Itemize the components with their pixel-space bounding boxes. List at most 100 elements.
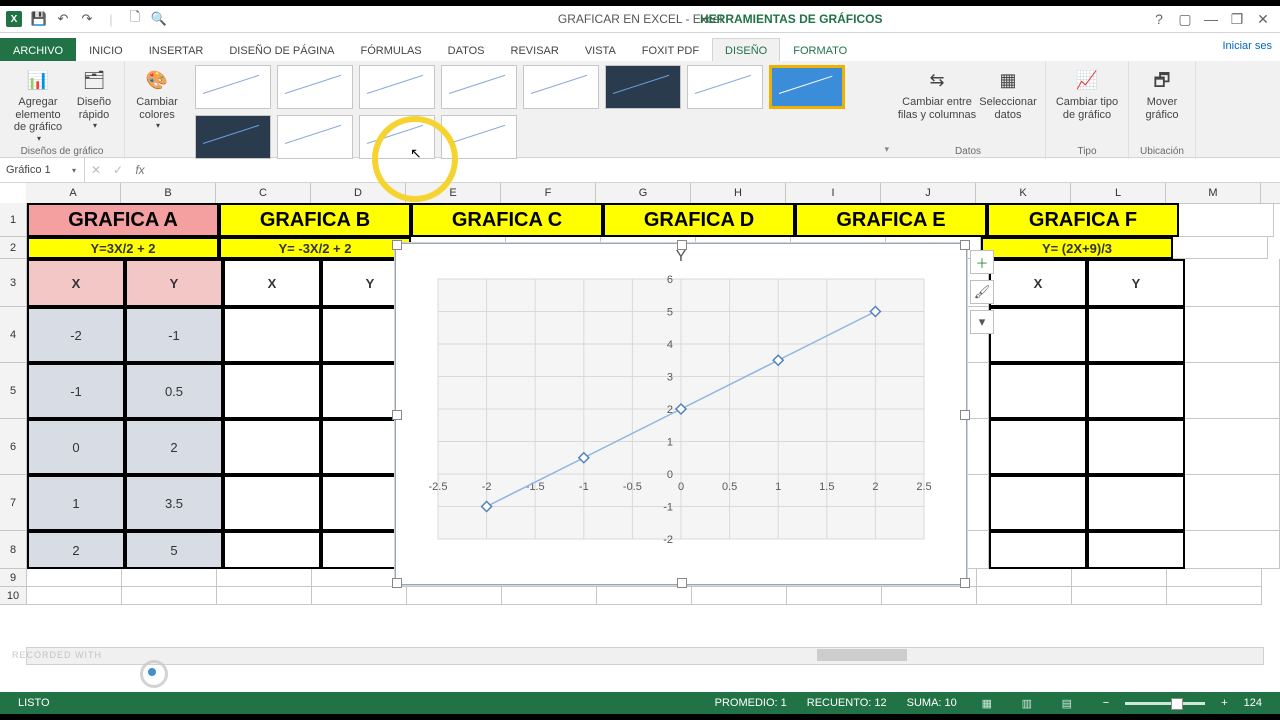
chart-handle[interactable]	[392, 578, 402, 588]
qat-preview-icon[interactable]: 🔍	[148, 8, 170, 30]
cell[interactable]: -1	[27, 363, 125, 419]
cell[interactable]	[882, 587, 977, 605]
cell[interactable]	[1185, 363, 1280, 419]
fx-icon[interactable]: fx	[129, 163, 151, 177]
cell[interactable]	[1072, 587, 1167, 605]
name-box[interactable]: ▾	[0, 158, 85, 182]
cell[interactable]	[1087, 475, 1185, 531]
chart-style-7[interactable]	[687, 65, 763, 109]
chart-style-2[interactable]	[277, 65, 353, 109]
cell[interactable]	[989, 363, 1087, 419]
cell[interactable]: Y=3X/2 + 2	[27, 237, 219, 259]
qat-save-icon[interactable]: 💾	[28, 8, 50, 30]
qat-redo-icon[interactable]: ↷	[76, 8, 98, 30]
name-box-input[interactable]	[4, 163, 68, 177]
chart-style-1[interactable]	[195, 65, 271, 109]
cell[interactable]: 2	[27, 531, 125, 569]
cell[interactable]	[1087, 307, 1185, 363]
cell[interactable]: Y= (2X+9)/3	[981, 237, 1173, 259]
view-pagelayout-icon[interactable]: ▥	[1017, 697, 1037, 710]
col-header-L[interactable]: L	[1071, 183, 1166, 203]
cell[interactable]: GRAFICA C	[411, 203, 603, 237]
column-headers[interactable]: ABCDEFGHIJKLM	[26, 183, 1280, 204]
chart-handle[interactable]	[960, 410, 970, 420]
window-restore-icon[interactable]: ❐	[1224, 11, 1250, 28]
tab-diseno-pagina[interactable]: DISEÑO DE PÁGINA	[216, 38, 347, 61]
cell[interactable]	[1185, 307, 1280, 363]
chart-style-4[interactable]	[441, 65, 517, 109]
sign-in-link[interactable]: Iniciar ses	[1222, 40, 1272, 52]
horizontal-scrollbar[interactable]	[26, 647, 1264, 665]
cell[interactable]	[989, 531, 1087, 569]
chart-style-10[interactable]	[277, 115, 353, 159]
qat-new-icon[interactable]: 🗋	[124, 8, 146, 30]
cell[interactable]	[1087, 531, 1185, 569]
cell[interactable]: 0	[27, 419, 125, 475]
chart-style-9[interactable]	[195, 115, 271, 159]
cell[interactable]	[989, 419, 1087, 475]
cell[interactable]: Y= -3X/2 + 2	[219, 237, 411, 259]
btn-quick-layout[interactable]: 🗂Diseño rápido▾	[70, 63, 118, 143]
zoom-value[interactable]: 124	[1244, 697, 1262, 709]
cell[interactable]	[502, 587, 597, 605]
tab-foxit[interactable]: Foxit PDF	[629, 38, 712, 61]
cell[interactable]: 0.5	[125, 363, 223, 419]
chart-filter-button[interactable]: ▾	[970, 310, 994, 334]
cell[interactable]: 1	[27, 475, 125, 531]
chart-handle[interactable]	[392, 240, 402, 250]
chart-add-button[interactable]: ＋	[970, 250, 994, 274]
cell[interactable]	[989, 307, 1087, 363]
cell[interactable]	[989, 475, 1087, 531]
col-header-C[interactable]: C	[216, 183, 311, 203]
row-header-4[interactable]: 4	[0, 307, 27, 363]
name-box-dropdown-icon[interactable]: ▾	[68, 166, 80, 175]
btn-change-chart-type[interactable]: 📈Cambiar tipo de gráfico	[1052, 63, 1122, 121]
btn-move-chart[interactable]: 🗗Mover gráfico	[1135, 63, 1189, 121]
cell[interactable]	[597, 587, 692, 605]
chart-plot[interactable]: -2-10123456-2.5-2-1.5-1-0.500.511.522.5	[424, 272, 938, 564]
tab-inicio[interactable]: INICIO	[76, 38, 136, 61]
chart-style-12[interactable]	[441, 115, 517, 159]
row-header-10[interactable]: 10	[0, 587, 27, 605]
cell[interactable]: GRAFICA E	[795, 203, 987, 237]
cell[interactable]	[223, 307, 321, 363]
tab-diseno[interactable]: DISEÑO	[712, 38, 780, 61]
cell[interactable]	[1185, 475, 1280, 531]
chart-handle[interactable]	[392, 410, 402, 420]
cell[interactable]: X	[989, 259, 1087, 307]
col-header-F[interactable]: F	[501, 183, 596, 203]
col-header-J[interactable]: J	[881, 183, 976, 203]
row-header-5[interactable]: 5	[0, 363, 27, 419]
zoom-control[interactable]: − + 124	[1093, 697, 1272, 709]
cell[interactable]: X	[223, 259, 321, 307]
cell[interactable]	[1179, 203, 1274, 237]
styles-more-icon[interactable]: ▾	[884, 144, 889, 155]
row-header-8[interactable]: 8	[0, 531, 27, 569]
row-header-3[interactable]: 3	[0, 259, 27, 307]
chart-handle[interactable]	[960, 578, 970, 588]
tab-datos[interactable]: DATOS	[435, 38, 498, 61]
row-header-9[interactable]: 9	[0, 569, 27, 587]
ribbon-options-icon[interactable]: ▢	[1172, 11, 1198, 28]
cell[interactable]: 5	[125, 531, 223, 569]
row-header-7[interactable]: 7	[0, 475, 27, 531]
cell[interactable]	[977, 587, 1072, 605]
cell[interactable]	[787, 587, 882, 605]
enter-icon[interactable]: ✓	[107, 163, 129, 177]
cell[interactable]: 3.5	[125, 475, 223, 531]
row-header-2[interactable]: 2	[0, 237, 27, 259]
chart-handle[interactable]	[677, 240, 687, 250]
cell[interactable]: -2	[27, 307, 125, 363]
cell[interactable]: GRAFICA F	[987, 203, 1179, 237]
cell[interactable]	[27, 587, 122, 605]
cell[interactable]	[692, 587, 787, 605]
btn-change-colors[interactable]: 🎨Cambiar colores▾	[131, 63, 183, 130]
cell[interactable]	[1072, 569, 1167, 587]
cell[interactable]	[223, 531, 321, 569]
cell[interactable]	[27, 569, 122, 587]
col-header-A[interactable]: A	[26, 183, 121, 203]
btn-select-data[interactable]: ▦Seleccionar datos	[977, 63, 1039, 121]
cancel-icon[interactable]: ✕	[85, 163, 107, 177]
cell[interactable]	[223, 475, 321, 531]
col-header-I[interactable]: I	[786, 183, 881, 203]
